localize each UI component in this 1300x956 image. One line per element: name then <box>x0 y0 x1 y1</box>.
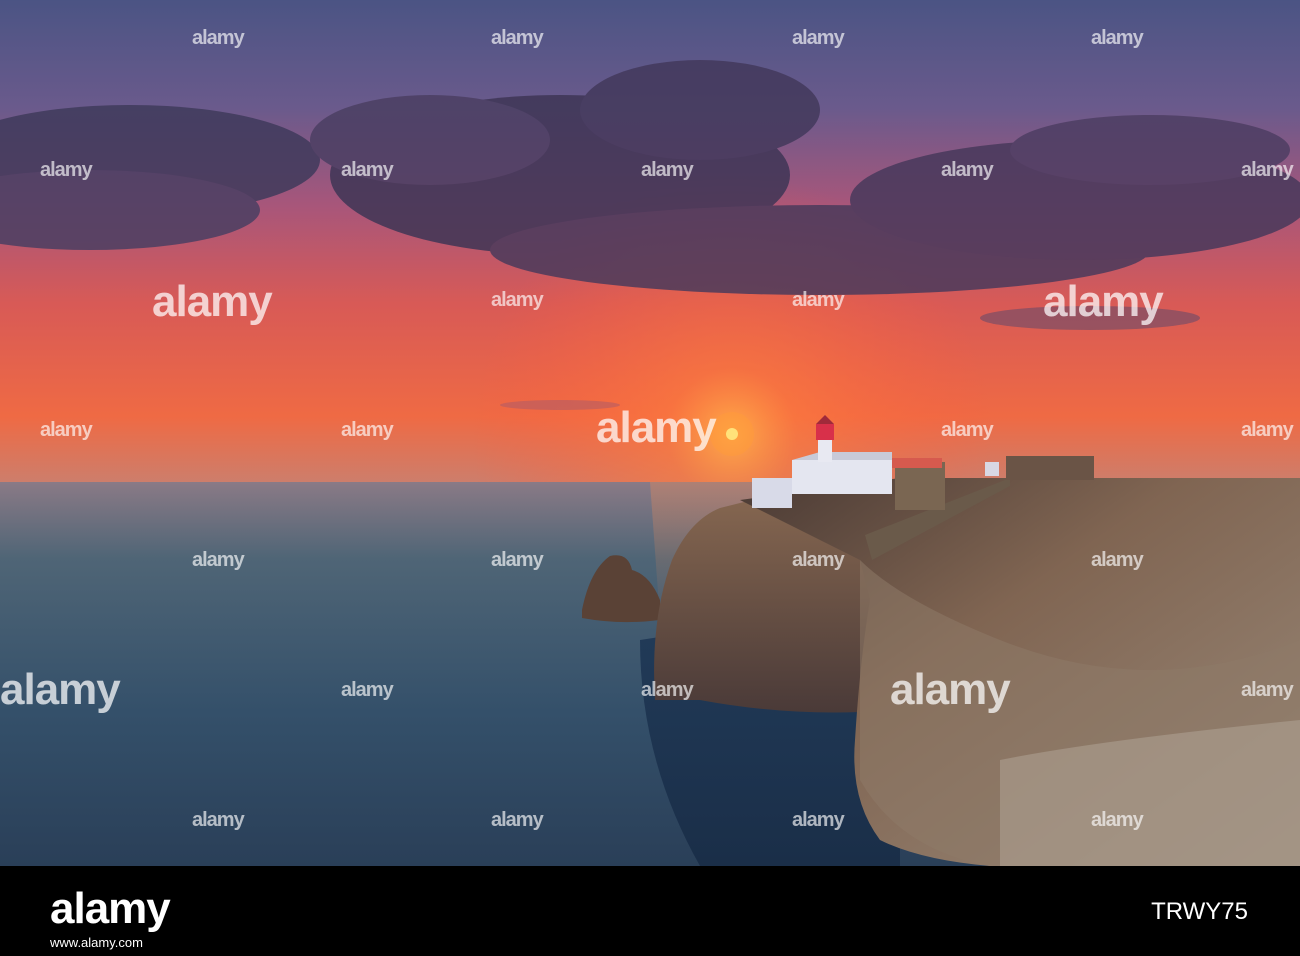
watermark-small: alamy <box>1091 549 1144 571</box>
footer-bar: alamy TRWY75 www.alamy.com <box>0 866 1300 956</box>
watermark-small: alamy <box>1241 679 1294 701</box>
watermark-small: alamy <box>341 419 394 441</box>
watermark-small: alamy <box>341 679 394 701</box>
watermark-small: alamy <box>792 27 845 49</box>
watermark-small: alamy <box>1241 159 1294 181</box>
watermark-small: alamy <box>341 159 394 181</box>
watermark-large: alamy <box>152 277 273 326</box>
watermark-small: alamy <box>40 419 93 441</box>
watermark-small: alamy <box>941 419 994 441</box>
site-url[interactable]: www.alamy.com <box>50 935 143 950</box>
watermark-small: alamy <box>641 159 694 181</box>
watermark-small: alamy <box>1091 27 1144 49</box>
watermark-small: alamy <box>192 27 245 49</box>
sunset-photo: alamy alamy alamy alamy alamy alamy alam… <box>0 0 1300 866</box>
watermark-small: alamy <box>792 289 845 311</box>
watermark-small: alamy <box>491 289 544 311</box>
watermark-small: alamy <box>491 27 544 49</box>
watermark-small: alamy <box>491 809 544 831</box>
watermark-small: alamy <box>641 679 694 701</box>
watermark-large: alamy <box>596 403 717 452</box>
watermark-large: alamy <box>1043 277 1164 326</box>
watermark-small: alamy <box>40 159 93 181</box>
watermark-small: alamy <box>1091 809 1144 831</box>
watermark-small: alamy <box>192 549 245 571</box>
watermark-small: alamy <box>792 809 845 831</box>
watermark-small: alamy <box>1241 419 1294 441</box>
watermark-small: alamy <box>491 549 544 571</box>
sun <box>726 428 738 440</box>
watermark-small: alamy <box>941 159 994 181</box>
image-id: TRWY75 <box>1151 898 1248 925</box>
watermark-large: alamy <box>0 665 121 714</box>
watermark-small: alamy <box>192 809 245 831</box>
alamy-logo[interactable]: alamy <box>50 884 171 934</box>
stock-photo-page: alamy alamy alamy alamy alamy alamy alam… <box>0 0 1300 956</box>
watermark-large: alamy <box>890 665 1011 714</box>
watermark-small: alamy <box>792 549 845 571</box>
